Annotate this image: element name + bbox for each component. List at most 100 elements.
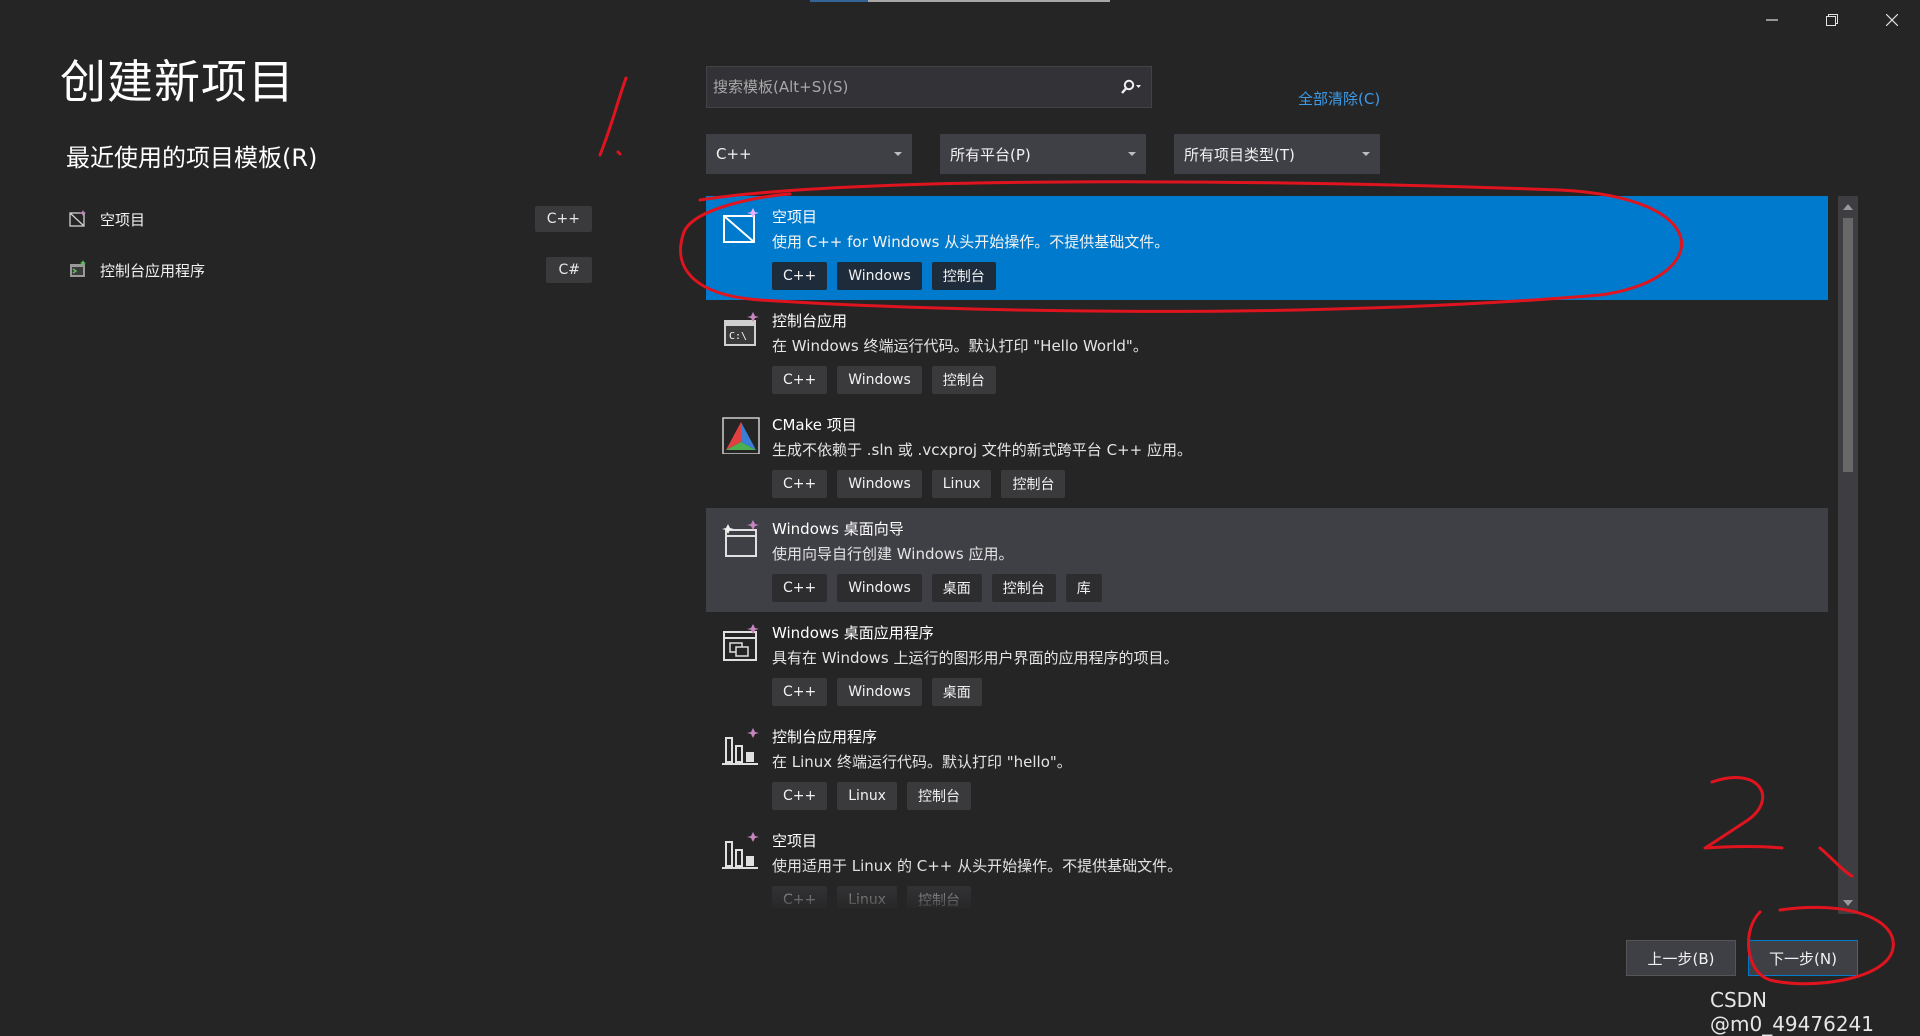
recent-item-label: 控制台应用程序: [100, 261, 206, 280]
desktop-app-icon: [723, 624, 759, 661]
next-button[interactable]: 下一步(N): [1748, 940, 1858, 976]
template-tag: 控制台: [906, 782, 971, 810]
recent-item-tag: C#: [546, 257, 592, 283]
template-tags: C++ Windows 控制台: [772, 262, 996, 290]
template-tag: 桌面: [931, 678, 982, 706]
empty-project-icon: [723, 208, 759, 243]
template-tag: 控制台: [906, 886, 971, 908]
scroll-down-icon[interactable]: [1843, 900, 1853, 906]
back-button[interactable]: 上一步(B): [1626, 940, 1736, 976]
template-item-cmake-project[interactable]: CMake 项目 生成不依赖于 .sln 或 .vcxproj 文件的新式跨平台…: [706, 404, 1828, 508]
chevron-down-icon: [894, 152, 902, 156]
template-item-console-app[interactable]: C:\ 控制台应用 在 Windows 终端运行代码。默认打印 "Hello W…: [706, 300, 1828, 404]
template-description: 使用向导自行创建 Windows 应用。: [772, 545, 1014, 563]
template-tags: C++ Windows 控制台: [772, 366, 996, 394]
template-tag: C++: [772, 366, 828, 394]
template-description: 在 Linux 终端运行代码。默认打印 "hello"。: [772, 753, 1072, 771]
svg-text:C:\: C:\: [729, 331, 747, 342]
template-tag: 库: [1065, 574, 1102, 602]
annotation-step-1-dot: [616, 150, 622, 156]
clear-all-filters-link[interactable]: 全部清除(C): [1298, 88, 1380, 109]
recent-item-label: 空项目: [100, 210, 146, 229]
linux-console-icon: [722, 728, 759, 765]
template-tag: C++: [772, 886, 828, 908]
template-tags: C++ Windows 桌面: [772, 678, 982, 706]
template-tag: 桌面: [931, 574, 982, 602]
language-filter-value: C++: [716, 145, 752, 163]
restore-icon: [1826, 14, 1838, 26]
console-icon: C:\: [724, 312, 759, 346]
template-item-windows-desktop-wizard[interactable]: Windows 桌面向导 使用向导自行创建 Windows 应用。 C++ Wi…: [706, 508, 1828, 612]
template-tag: Windows: [837, 262, 922, 290]
template-tag: C++: [772, 574, 828, 602]
template-name: 控制台应用: [772, 312, 848, 330]
template-tags: C++ Linux 控制台: [772, 886, 971, 908]
close-button[interactable]: [1862, 0, 1920, 40]
template-description: 生成不依赖于 .sln 或 .vcxproj 文件的新式跨平台 C++ 应用。: [772, 441, 1192, 459]
template-item-linux-empty-project[interactable]: 空项目 使用适用于 Linux 的 C++ 从头开始操作。不提供基础文件。 C+…: [706, 820, 1828, 908]
template-tag: Linux: [931, 470, 992, 498]
scroll-up-icon[interactable]: [1843, 204, 1853, 210]
platform-filter-dropdown[interactable]: 所有平台(P): [940, 134, 1146, 174]
watermark: CSDN @m0_49476241: [1710, 988, 1875, 1036]
template-tag: 控制台: [991, 574, 1056, 602]
template-tag: C++: [772, 470, 828, 498]
template-description: 使用适用于 Linux 的 C++ 从头开始操作。不提供基础文件。: [772, 857, 1183, 875]
chevron-down-icon: [1362, 152, 1370, 156]
template-tag: Windows: [837, 574, 922, 602]
recent-item-tag: C++: [534, 206, 592, 232]
template-name: CMake 项目: [772, 416, 857, 434]
template-tags: C++ Linux 控制台: [772, 782, 971, 810]
recent-item-console-app[interactable]: 控制台应用程序 C#: [68, 255, 592, 285]
template-name: 空项目: [772, 832, 818, 850]
template-tag: C++: [772, 782, 828, 810]
template-name: Windows 桌面应用程序: [772, 624, 934, 642]
cmake-icon: [722, 417, 760, 454]
template-search-input[interactable]: [707, 77, 1111, 97]
language-filter-dropdown[interactable]: C++: [706, 134, 912, 174]
template-description: 使用 C++ for Windows 从头开始操作。不提供基础文件。: [772, 233, 1170, 251]
project-type-filter-dropdown[interactable]: 所有项目类型(T): [1174, 134, 1380, 174]
template-list-scrollbar[interactable]: [1838, 196, 1858, 914]
chevron-down-icon: [1128, 152, 1136, 156]
template-tag: 控制台: [931, 366, 996, 394]
template-name: 控制台应用程序: [772, 728, 878, 746]
template-list[interactable]: 空项目 使用 C++ for Windows 从头开始操作。不提供基础文件。 C…: [706, 196, 1828, 908]
template-tag: Windows: [837, 470, 922, 498]
template-name: 空项目: [772, 208, 818, 226]
platform-filter-value: 所有平台(P): [950, 145, 1031, 164]
recent-item-empty-project[interactable]: 空项目 C++: [68, 204, 592, 234]
minimize-button[interactable]: [1742, 0, 1802, 40]
template-tag: Windows: [837, 366, 922, 394]
search-button[interactable]: [1111, 67, 1151, 107]
linux-empty-icon: [722, 832, 759, 869]
template-tag: Linux: [837, 886, 897, 908]
empty-project-icon: [69, 210, 86, 227]
page-title: 创建新项目: [60, 55, 295, 109]
template-description: 具有在 Windows 上运行的图形用户界面的应用程序的项目。: [772, 649, 1179, 667]
close-icon: [1886, 14, 1898, 26]
search-icon: [1121, 79, 1141, 94]
recent-templates-heading: 最近使用的项目模板(R): [66, 144, 318, 172]
restore-button[interactable]: [1802, 0, 1862, 40]
template-tags: C++ Windows 桌面 控制台 库: [772, 574, 1102, 602]
template-tag: Linux: [837, 782, 897, 810]
console-app-icon: [70, 260, 86, 277]
scrollbar-thumb[interactable]: [1843, 218, 1853, 472]
minimize-icon: [1766, 19, 1778, 21]
template-tag: C++: [772, 678, 828, 706]
template-name: Windows 桌面向导: [772, 520, 904, 538]
template-tags: C++ Windows Linux 控制台: [772, 470, 1066, 498]
template-tag: C++: [772, 262, 828, 290]
project-type-filter-value: 所有项目类型(T): [1184, 145, 1295, 164]
template-item-windows-desktop-app[interactable]: Windows 桌面应用程序 具有在 Windows 上运行的图形用户界面的应用…: [706, 612, 1828, 716]
template-item-linux-console-app[interactable]: 控制台应用程序 在 Linux 终端运行代码。默认打印 "hello"。 C++…: [706, 716, 1828, 820]
title-bar-accent: [810, 0, 1110, 2]
template-search-box[interactable]: [706, 66, 1152, 108]
template-description: 在 Windows 终端运行代码。默认打印 "Hello World"。: [772, 337, 1148, 355]
template-tag: Windows: [837, 678, 922, 706]
template-tag: 控制台: [1001, 470, 1066, 498]
desktop-wizard-icon: [722, 520, 759, 557]
template-item-empty-project[interactable]: 空项目 使用 C++ for Windows 从头开始操作。不提供基础文件。 C…: [706, 196, 1828, 300]
template-tag: 控制台: [931, 262, 996, 290]
